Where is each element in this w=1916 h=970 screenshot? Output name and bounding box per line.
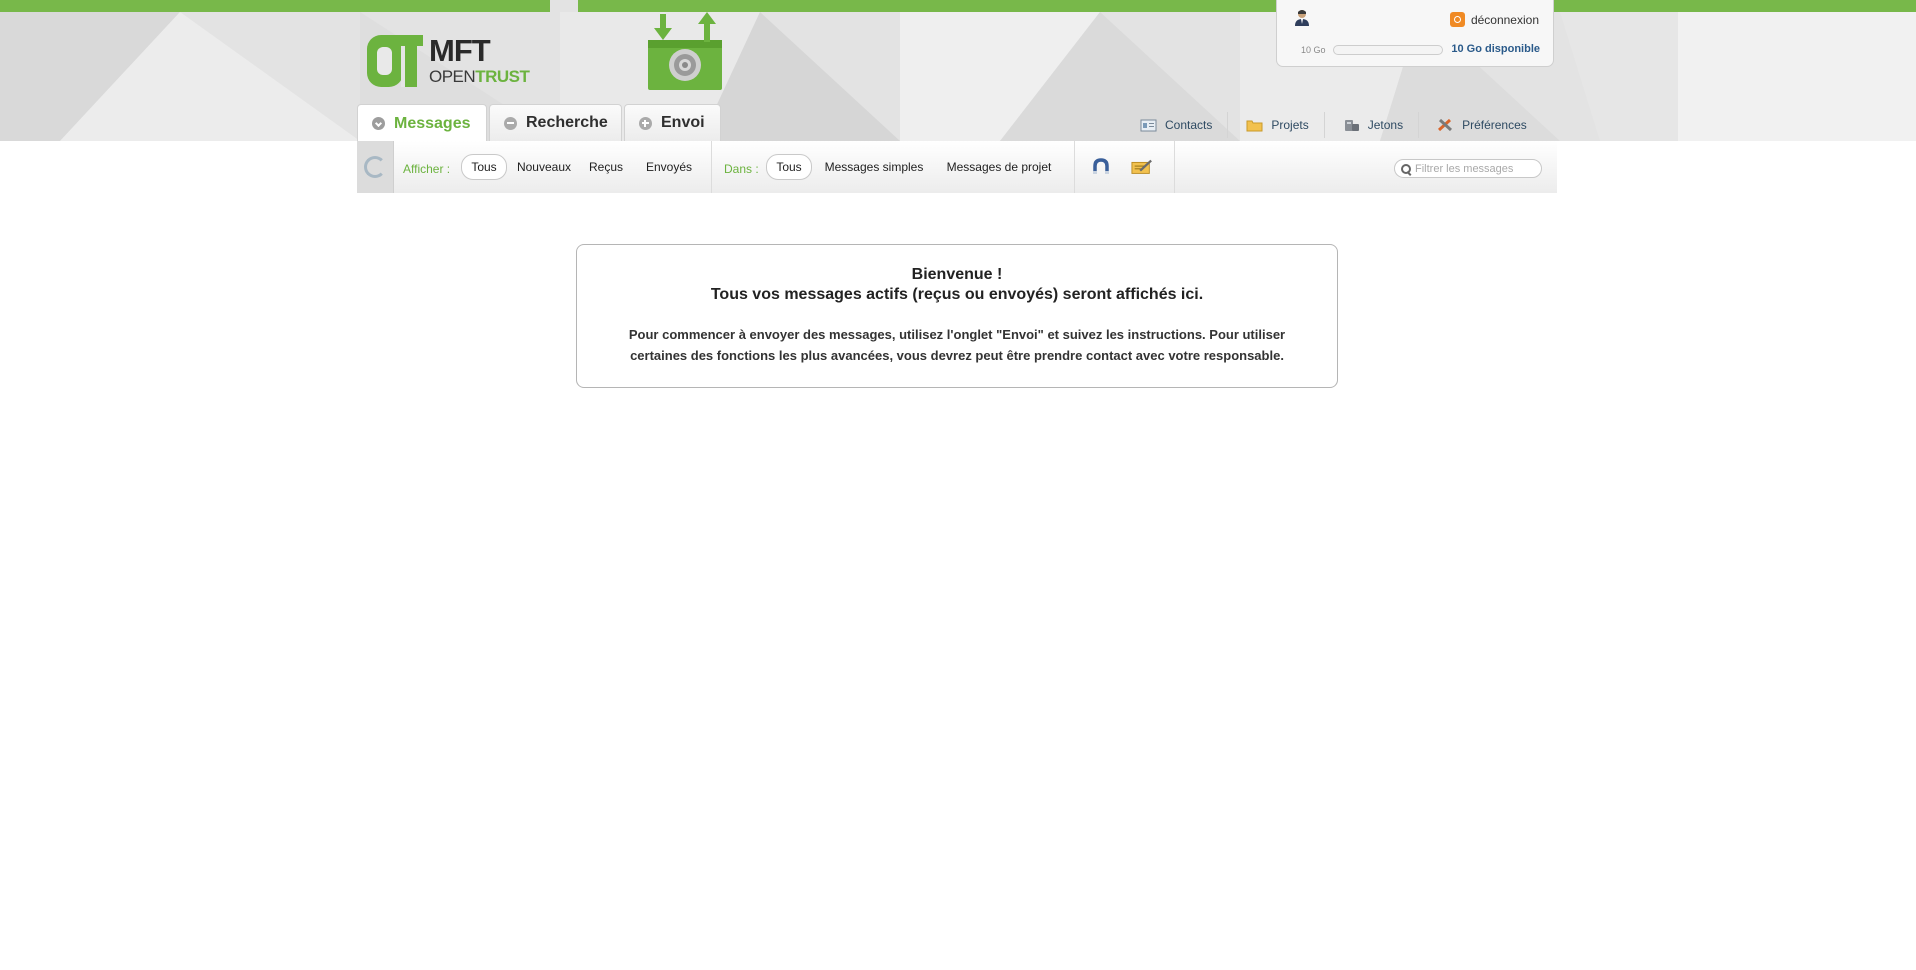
- welcome-subtitle: Tous vos messages actifs (reçus ou envoy…: [710, 286, 1204, 303]
- nav-jetons-label: Jetons: [1367, 118, 1404, 132]
- filter-afficher-tous[interactable]: Tous: [461, 154, 507, 180]
- user-panel: déconnexion 10 Go 10 Go disponible: [1276, 0, 1554, 67]
- afficher-label: Afficher :: [403, 162, 451, 176]
- nav-projets-label: Projets: [1271, 118, 1309, 132]
- nav-contacts[interactable]: Contacts: [1122, 112, 1229, 138]
- logout-label: déconnexion: [1470, 12, 1539, 27]
- top-green-bar: [578, 0, 1916, 12]
- minus-circle-icon: [504, 116, 517, 130]
- header-background: [0, 0, 1916, 141]
- tab-recherche-label: Recherche: [526, 114, 608, 131]
- filter-afficher-envoyes[interactable]: Envoyés: [641, 154, 697, 180]
- logo-text-opentrust: OPENTRUST: [429, 67, 530, 86]
- logo-text-open: OPEN: [429, 67, 476, 86]
- welcome-panel: Bienvenue ! Tous vos messages actifs (re…: [576, 244, 1338, 388]
- nav-preferences-label: Préférences: [1462, 118, 1527, 132]
- secondary-nav: Contacts Projets Jetons Préférences: [1122, 112, 1542, 138]
- nav-projets[interactable]: Projets: [1228, 112, 1325, 138]
- quota-progress-bar: [1333, 45, 1443, 55]
- header-right-strip: [1678, 12, 1916, 141]
- tab-recherche[interactable]: Recherche: [489, 104, 622, 141]
- mft-opentrust-logo[interactable]: MFT OPENTRUST: [367, 33, 537, 91]
- tokens-icon: [1344, 120, 1359, 131]
- message-filter-input[interactable]: [1415, 162, 1539, 175]
- filter-afficher-nouveaux[interactable]: Nouveaux: [513, 154, 575, 180]
- header-pattern: [0, 12, 1680, 141]
- message-filter-search: [1394, 159, 1542, 178]
- logout-link[interactable]: déconnexion: [1449, 12, 1539, 27]
- filter-afficher-recus[interactable]: Reçus: [585, 154, 627, 180]
- dans-label: Dans :: [724, 162, 759, 176]
- refresh-icon: [364, 156, 386, 178]
- edit-message-icon[interactable]: [1131, 157, 1153, 177]
- nav-jetons[interactable]: Jetons: [1325, 112, 1420, 138]
- folder-icon: [1246, 120, 1263, 132]
- filter-dans-tous[interactable]: Tous: [766, 154, 812, 180]
- toolbar-divider: [711, 141, 712, 193]
- plus-circle-icon: [639, 116, 652, 130]
- quota-available-text[interactable]: 10 Go disponible: [1451, 43, 1540, 55]
- opentrust-logo-mark: [367, 35, 423, 87]
- logout-icon: [1449, 12, 1465, 27]
- magnet-icon[interactable]: [1090, 157, 1112, 177]
- quota-min-label: 10 Go: [1301, 45, 1326, 55]
- tab-messages-label: Messages: [394, 114, 471, 132]
- search-icon: [1401, 163, 1411, 174]
- message-filter-toolbar: Afficher : Tous Nouveaux Reçus Envoyés D…: [357, 141, 1557, 193]
- logo-text-mft: MFT: [429, 33, 491, 68]
- welcome-body: Pour commencer à envoyer des messages, u…: [628, 327, 1286, 363]
- down-circle-icon: [372, 117, 385, 130]
- welcome-title: Bienvenue !: [911, 266, 1003, 283]
- nav-preferences[interactable]: Préférences: [1419, 112, 1542, 138]
- filter-dans-messages-simples[interactable]: Messages simples: [819, 154, 929, 180]
- tab-envoi[interactable]: Envoi: [624, 104, 721, 141]
- tab-envoi-label: Envoi: [661, 114, 705, 131]
- refresh-button[interactable]: [357, 141, 394, 193]
- tab-messages[interactable]: Messages: [357, 104, 487, 142]
- top-green-bar: [0, 0, 550, 12]
- logo-text-trust: TRUST: [475, 67, 530, 86]
- tools-icon: [1438, 118, 1453, 132]
- user-icon[interactable]: [1294, 9, 1310, 26]
- filter-dans-messages-projet[interactable]: Messages de projet: [941, 154, 1057, 180]
- transfer-box-icon: [648, 12, 722, 90]
- nav-contacts-label: Contacts: [1165, 118, 1213, 132]
- contacts-icon: [1140, 119, 1157, 132]
- toolbar-divider: [1074, 141, 1075, 193]
- toolbar-divider: [1174, 141, 1175, 193]
